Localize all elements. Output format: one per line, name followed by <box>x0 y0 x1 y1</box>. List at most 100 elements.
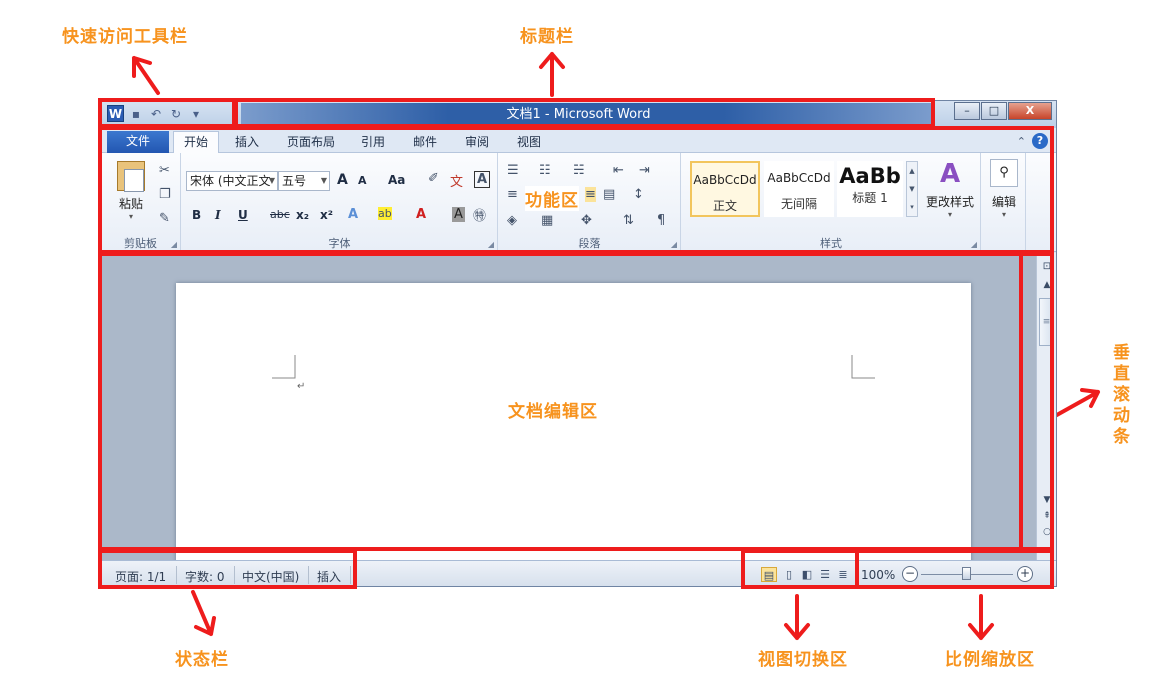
bold-button[interactable]: B <box>192 208 201 222</box>
ribbon: 粘贴 ▾ ✂ ❐ ✎ 剪贴板 ◢ 宋体 (中文正文 ▼ 五号 ▼ A A Aa ✐ … <box>101 153 1056 252</box>
titlebar-arrow <box>539 52 565 97</box>
chinese-layout-icon[interactable]: ✥ <box>581 213 592 228</box>
font-color-icon[interactable]: A <box>416 207 426 222</box>
language-indicator[interactable]: 中文(中国) <box>242 568 299 585</box>
paragraph-group-label: 段落 <box>578 237 601 250</box>
word-count[interactable]: 字数: 0 <box>185 568 225 585</box>
status-arrow <box>191 590 216 636</box>
phonetic-guide-icon[interactable]: 文 <box>450 171 463 190</box>
tab-file[interactable]: 文件 <box>107 131 169 153</box>
font-launcher-icon[interactable]: ◢ <box>488 240 494 249</box>
tab-mailings[interactable]: 邮件 <box>407 132 443 153</box>
char-border-icon[interactable]: A <box>474 171 491 188</box>
paste-dropdown-icon[interactable]: ▾ <box>111 212 151 221</box>
tab-review[interactable]: 审阅 <box>459 132 495 153</box>
font-size-combo[interactable]: 五号 ▼ <box>278 171 330 191</box>
prev-page-icon[interactable]: ⇞ <box>1039 511 1055 521</box>
styles-launcher-icon[interactable]: ◢ <box>971 240 977 249</box>
style-no-spacing-preview: AaBbCcDd <box>767 171 831 185</box>
vscroll-arrow <box>1053 388 1100 418</box>
insert-mode[interactable]: 插入 <box>317 568 341 585</box>
superscript-button[interactable]: x² <box>320 208 333 222</box>
char-shading-icon[interactable]: A <box>452 207 465 222</box>
strikethrough-button[interactable]: abc <box>270 208 290 221</box>
clipboard-launcher-icon[interactable]: ◢ <box>171 240 177 249</box>
tab-references[interactable]: 引用 <box>355 132 391 153</box>
clear-format-icon[interactable]: ✐ <box>428 171 439 186</box>
decrease-indent-icon[interactable]: ⇤ <box>613 163 624 178</box>
tab-home[interactable]: 开始 <box>173 131 219 153</box>
font-name-combo[interactable]: 宋体 (中文正文 ▼ <box>186 171 278 191</box>
change-case-button[interactable]: Aa <box>388 173 405 187</box>
shading-icon[interactable]: ◈ <box>507 213 517 228</box>
copy-icon[interactable]: ❐ <box>159 187 171 202</box>
text-effects-icon[interactable]: A <box>348 207 358 222</box>
full-screen-reading-icon[interactable]: ▯ <box>781 567 797 582</box>
font-name-value: 宋体 (中文正文 <box>190 174 271 188</box>
font-size-dropdown-icon[interactable]: ▼ <box>321 172 327 190</box>
scroll-up-icon[interactable]: ▲ <box>1039 280 1055 290</box>
increase-indent-icon[interactable]: ⇥ <box>639 163 650 178</box>
numbering-icon[interactable]: ☷ <box>539 163 551 178</box>
tab-page-layout[interactable]: 页面布局 <box>281 132 341 153</box>
document-area[interactable]: ↵ 文档编辑区 <box>101 253 1037 573</box>
scroll-down-icon[interactable]: ▼ <box>1039 495 1055 505</box>
shrink-font-button[interactable]: A <box>358 174 367 187</box>
style-normal[interactable]: AaBbCcDd 正文 <box>690 161 760 217</box>
align-left-icon[interactable]: ≡ <box>507 187 518 202</box>
browse-object-icon[interactable]: ○ <box>1039 527 1055 537</box>
sort-icon[interactable]: ⇅ <box>623 213 634 228</box>
justify-icon[interactable]: ≡ <box>585 187 596 202</box>
vertical-scrollbar[interactable]: ⊡ ▲ ≡ ▼ ⇞ ○ <box>1036 253 1056 560</box>
change-styles-button[interactable]: A 更改样式 ▾ <box>924 159 976 219</box>
zoom-out-button[interactable]: − <box>902 566 918 582</box>
minimize-button[interactable]: – <box>954 102 980 120</box>
style-normal-label: 正文 <box>712 199 737 213</box>
web-layout-icon[interactable]: ◧ <box>799 567 815 582</box>
format-painter-icon[interactable]: ✎ <box>159 211 170 226</box>
paste-button[interactable]: 粘贴 ▾ <box>111 161 151 221</box>
show-marks-icon[interactable]: ¶ <box>657 213 665 228</box>
minimize-ribbon-icon[interactable]: ⌃ <box>1017 135 1026 148</box>
line-spacing-icon[interactable]: ↕ <box>633 187 644 202</box>
highlight-icon[interactable]: ab <box>378 207 392 220</box>
underline-button[interactable]: U <box>238 208 248 222</box>
zoom-arrow <box>968 594 994 640</box>
paragraph-launcher-icon[interactable]: ◢ <box>671 240 677 249</box>
document-page[interactable]: ↵ 文档编辑区 <box>176 283 971 573</box>
page-count[interactable]: 页面: 1/1 <box>115 568 166 585</box>
multilevel-list-icon[interactable]: ☵ <box>573 163 585 178</box>
bullets-icon[interactable]: ☰ <box>507 163 519 178</box>
zoom-level[interactable]: 100% <box>861 568 895 582</box>
enclose-char-icon[interactable]: ㊕ <box>473 205 486 224</box>
change-styles-dropdown-icon[interactable]: ▾ <box>924 210 976 219</box>
editing-dropdown-icon[interactable]: ▾ <box>986 210 1022 219</box>
tab-view[interactable]: 视图 <box>511 132 547 153</box>
grow-font-button[interactable]: A <box>337 172 348 188</box>
zoom-in-button[interactable]: + <box>1017 566 1033 582</box>
subscript-button[interactable]: x₂ <box>296 208 309 222</box>
outline-view-icon[interactable]: ☰ <box>817 567 833 582</box>
draft-view-icon[interactable]: ≣ <box>835 567 851 582</box>
style-no-spacing[interactable]: AaBbCcDd 无间隔 <box>764 161 834 217</box>
clipboard-group-label: 剪贴板 <box>124 237 157 250</box>
zoom-slider-thumb[interactable] <box>962 567 971 580</box>
editing-button[interactable]: ⚲ 编辑 ▾ <box>986 159 1022 219</box>
cut-icon[interactable]: ✂ <box>159 163 170 178</box>
close-button[interactable]: X <box>1008 102 1052 120</box>
print-layout-view-icon[interactable]: ▤ <box>761 567 777 582</box>
tab-insert[interactable]: 插入 <box>227 132 267 153</box>
borders-icon[interactable]: ▦ <box>541 213 553 228</box>
italic-button[interactable]: I <box>215 208 221 222</box>
help-icon[interactable]: ? <box>1032 133 1048 149</box>
change-styles-icon: A <box>939 159 961 189</box>
scroll-thumb[interactable]: ≡ <box>1039 298 1054 346</box>
doc-annotation: 文档编辑区 <box>508 402 598 422</box>
distributed-icon[interactable]: ▤ <box>603 187 615 202</box>
ruler-toggle-icon[interactable]: ⊡ <box>1039 261 1055 272</box>
font-name-dropdown-icon[interactable]: ▼ <box>269 172 275 190</box>
styles-scroll[interactable]: ▲ ▼ ▾ <box>906 161 918 217</box>
style-heading1[interactable]: AaBb 标题 1 <box>837 161 903 217</box>
paste-label: 粘贴 <box>118 197 143 211</box>
maximize-button[interactable]: □ <box>981 102 1007 120</box>
